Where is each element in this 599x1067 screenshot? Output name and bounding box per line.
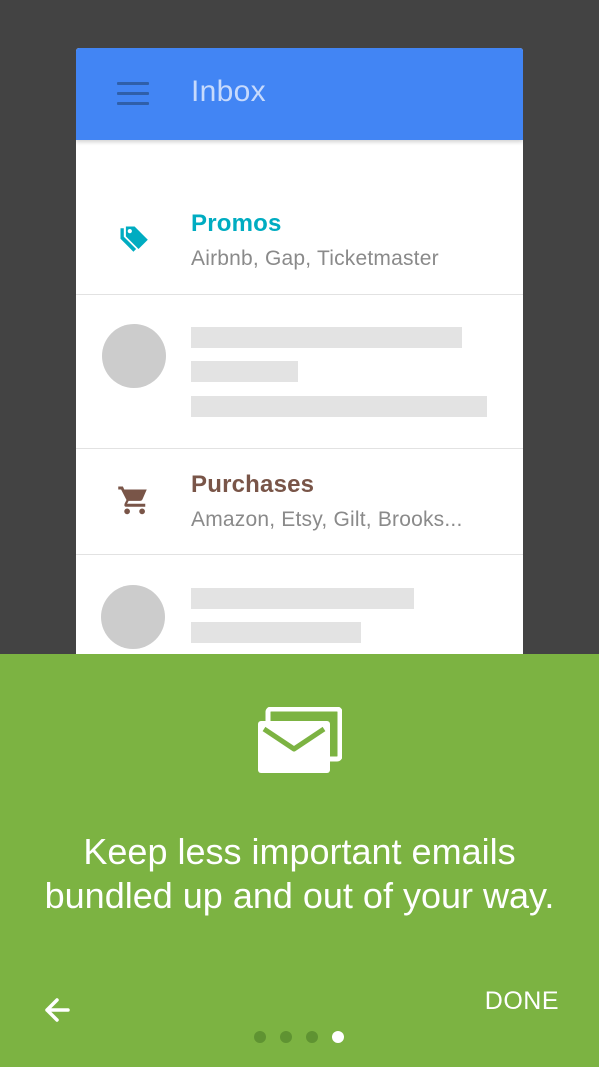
onboarding-message: Keep less important emails bundled up an… — [44, 831, 555, 916]
menu-icon[interactable] — [117, 82, 149, 106]
bundle-row-promos[interactable]: Promos Airbnb, Gap, Ticketmaster — [76, 140, 523, 295]
page-dot-active[interactable] — [332, 1031, 344, 1043]
app-bar-title: Inbox — [191, 75, 266, 108]
onboarding-panel: Keep less important emails bundled up an… — [0, 654, 599, 1067]
text-placeholder-line — [191, 588, 414, 609]
bundle-subtitle-purchases: Amazon, Etsy, Gilt, Brooks... — [191, 508, 463, 531]
page-dot[interactable] — [280, 1031, 292, 1043]
text-placeholder-line — [191, 361, 298, 382]
bundle-row-purchases[interactable]: Purchases Amazon, Etsy, Gilt, Brooks... — [76, 449, 523, 555]
bundle-title-purchases: Purchases — [191, 471, 315, 498]
page-indicator — [254, 1031, 354, 1043]
text-placeholder-line — [191, 622, 361, 643]
bundle-subtitle-promos: Airbnb, Gap, Ticketmaster — [191, 247, 439, 270]
page-dot[interactable] — [306, 1031, 318, 1043]
inbox-preview-card: Inbox Promos Airbnb, Gap, Ticketmaster P… — [76, 48, 523, 688]
avatar-placeholder — [102, 324, 166, 388]
tag-icon — [120, 226, 148, 252]
done-button[interactable]: DONE — [485, 987, 559, 1016]
arrow-left-icon[interactable] — [38, 990, 78, 1030]
app-bar: Inbox — [76, 48, 523, 140]
text-placeholder-line — [191, 327, 462, 348]
bundle-title-promos: Promos — [191, 210, 282, 237]
avatar-placeholder — [101, 585, 165, 649]
onboarding-screen: Inbox Promos Airbnb, Gap, Ticketmaster P… — [0, 0, 599, 1067]
placeholder-row — [76, 295, 523, 449]
stacked-mail-icon — [258, 707, 342, 773]
cart-icon — [118, 486, 147, 515]
text-placeholder-line — [191, 396, 487, 417]
page-dot[interactable] — [254, 1031, 266, 1043]
